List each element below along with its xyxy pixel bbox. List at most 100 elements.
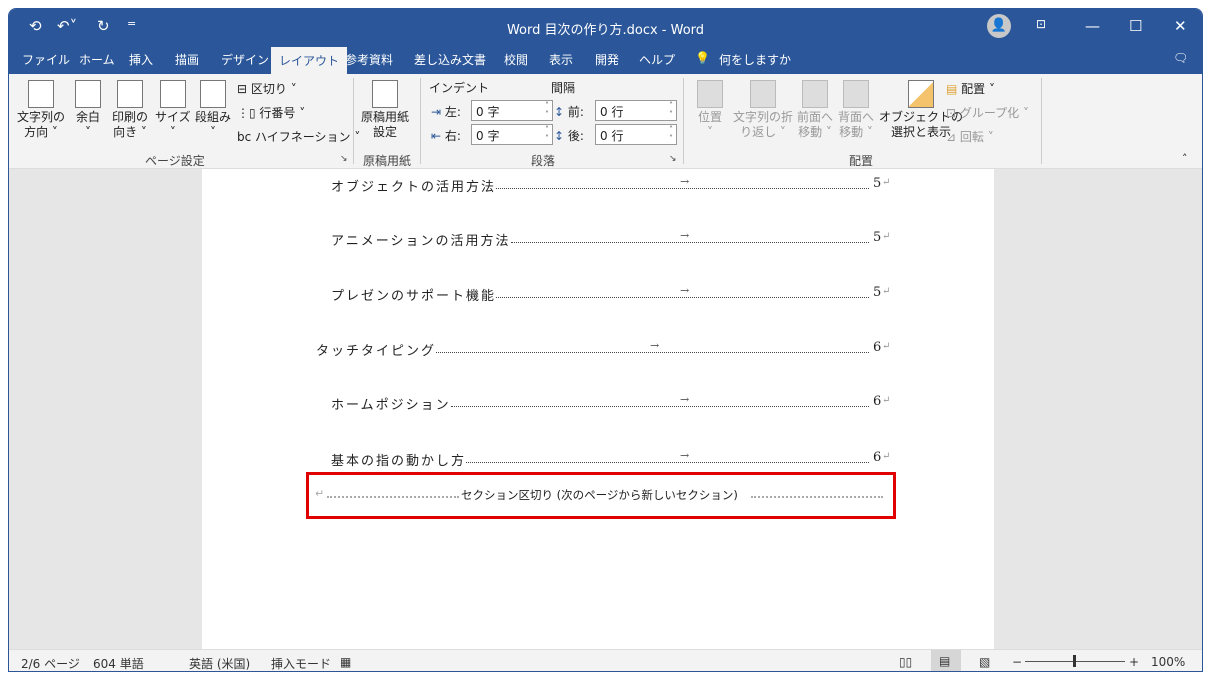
page-count[interactable]: 2/6 ページ [21,655,80,671]
margins-button[interactable]: 余白 ˅ [75,80,101,140]
size-button[interactable]: サイズ ˅ [155,80,191,140]
toc-entry[interactable]: ホームポジション → 6 ↵ [331,393,892,413]
maximize-button[interactable]: ☐ [1129,17,1142,35]
toc-entry-text: ホームポジション [331,398,451,413]
toc-leader-dots [496,297,869,298]
print-layout-icon[interactable]: ▤ [931,650,961,671]
page-setup-dialog-launcher[interactable]: ↘ [340,154,348,164]
paragraph-group-label: 段落 [531,154,556,168]
align-button[interactable]: ▤ 配置 ˅ [946,80,995,97]
toc-entry-text: タッチタイピング [316,344,437,359]
close-button[interactable]: ✕ [1174,17,1187,35]
tab-review[interactable]: 校閲 [504,51,528,68]
title-bar: ⟲ ↶˅ ↻ = Word 目次の作り方.docx - Word 👤 ⊡ — ☐… [9,9,1202,44]
comments-icon[interactable]: 🗨 [1173,51,1188,65]
indent-right-input[interactable]: 0 字 ˄ ˅ [471,124,553,145]
toc-entry[interactable]: プレゼンのサポート機能 → 5 ↵ [331,284,892,304]
bring-forward-icon [802,80,828,108]
selection-pane-icon [908,80,934,108]
manuscript-group-label: 原稿用紙 [363,154,412,168]
text-direction-button[interactable]: 文字列の 方向 ˅ [17,80,65,140]
tab-design[interactable]: デザイン [221,51,269,68]
tell-me-search[interactable]: 何をしますか [719,51,791,68]
group-button[interactable]: ⊡ グループ化 ˅ [946,104,1029,121]
toc-page-number: 5 [873,176,882,191]
tab-file[interactable]: ファイル [22,51,70,68]
word-window: ⟲ ↶˅ ↻ = Word 目次の作り方.docx - Word 👤 ⊡ — ☐… [8,8,1203,672]
web-layout-icon[interactable]: ▧ [979,655,990,669]
spacing-after-input[interactable]: 0 行 ˄ ˅ [595,124,677,145]
toc-entry-text: アニメーションの活用方法 [331,234,511,249]
lightbulb-icon: 💡 [695,51,710,65]
toc-leader-dots [436,352,869,353]
indent-label: インデント [429,81,490,95]
document-page[interactable]: オブジェクトの活用方法 → 5 ↵ アニメーションの活用方法 → 5 ↵ プレゼンのサポート機能… [202,169,994,649]
word-count[interactable]: 604 単語 [93,655,144,671]
toc-entry[interactable]: オブジェクトの活用方法 → 5 ↵ [331,175,892,195]
tab-view[interactable]: 表示 [549,51,573,68]
indent-right-label: ⇤ 右: [431,129,461,143]
manuscript-setup-button[interactable]: 原稿用紙 設定 [361,80,409,140]
line-numbers-button[interactable]: ⋮▯ 行番号 ˅ [237,104,305,121]
tab-layout[interactable]: レイアウト [271,47,348,74]
spacing-label: 間隔 [551,81,576,95]
tab-draw[interactable]: 描画 [175,51,199,68]
paragraph-mark-icon: ↵ [882,341,891,352]
page-setup-group-label: ページ設定 [145,154,205,168]
spacing-before-icon: ↕ [554,105,565,119]
divider [1041,78,1042,164]
window-title: Word 目次の作り方.docx - Word [506,23,705,38]
minimize-button[interactable]: — [1085,17,1100,35]
spinner-arrows[interactable]: ˄ ˅ [545,125,549,143]
tab-mark-icon: → [680,175,690,188]
toc-entry[interactable]: アニメーションの活用方法 → 5 ↵ [331,229,892,249]
toc-leader-dots [451,406,869,407]
indent-left-input[interactable]: 0 字 ˄ ˅ [471,100,553,121]
tab-insert[interactable]: 挿入 [129,51,153,68]
zoom-in-button[interactable]: + [1129,655,1139,669]
section-break-label: セクション区切り (次のページから新しいセクション) [461,488,738,502]
toc-entry-text: オブジェクトの活用方法 [331,180,497,195]
toc-entry[interactable]: 基本の指の動かし方 → 6 ↵ [331,449,892,469]
insert-mode[interactable]: 挿入モード [271,655,331,671]
ribbon-tabs: ファイル ホーム 挿入 描画 デザイン レイアウト 参考資料 差し込み文書 校閲… [9,44,1202,74]
margins-icon [75,80,101,108]
zoom-slider-thumb[interactable] [1073,655,1076,667]
paragraph-mark-icon: ↵ [882,286,891,297]
tab-references[interactable]: 参考資料 [345,51,393,68]
toc-page-number: 6 [873,340,882,355]
macro-record-icon[interactable]: ▦ [340,655,351,669]
spinner-arrows[interactable]: ˄ ˅ [545,101,549,119]
tab-help[interactable]: ヘルプ [639,51,675,68]
wrap-text-button[interactable]: 文字列の折 り返し ˅ [733,80,793,140]
breaks-button[interactable]: ⊟ 区切り ˅ [237,80,297,97]
rotate-icon: ⊿ [946,130,957,144]
columns-icon [200,80,226,108]
zoom-level[interactable]: 100% [1151,655,1185,669]
language-status[interactable]: 英語 (米国) [189,655,250,671]
spinner-arrows[interactable]: ˄ ˅ [669,101,673,119]
account-avatar[interactable]: 👤 [987,14,1011,38]
paragraph-dialog-launcher[interactable]: ↘ [669,154,677,164]
tab-developer[interactable]: 開発 [595,51,619,68]
send-backward-button[interactable]: 背面へ 移動 ˅ [838,80,874,140]
read-mode-icon[interactable]: ▯▯ [899,655,912,669]
toc-entry-text: 基本の指の動かし方 [331,454,467,469]
toc-entry-text: プレゼンのサポート機能 [331,289,497,304]
rotate-button[interactable]: ⊿ 回転 ˅ [946,128,994,145]
zoom-out-button[interactable]: − [1012,655,1022,669]
manuscript-icon [372,80,398,108]
orientation-button[interactable]: 印刷の 向き ˅ [112,80,148,140]
spacing-before-input[interactable]: 0 行 ˄ ˅ [595,100,677,121]
tab-mailings[interactable]: 差し込み文書 [414,51,486,68]
position-icon [697,80,723,108]
position-button[interactable]: 位置 ˅ [697,80,723,140]
collapse-ribbon-icon[interactable]: ˄ [1182,152,1188,165]
hyphenation-button[interactable]: bc ハイフネーション ˅ [237,128,360,145]
ribbon-display-icon[interactable]: ⊡ [1036,17,1046,31]
spinner-arrows[interactable]: ˄ ˅ [669,125,673,143]
columns-button[interactable]: 段組み ˅ [195,80,231,140]
tab-home[interactable]: ホーム [79,51,115,68]
toc-entry[interactable]: タッチタイピング → 6 ↵ [316,339,892,359]
bring-forward-button[interactable]: 前面へ 移動 ˅ [797,80,833,140]
